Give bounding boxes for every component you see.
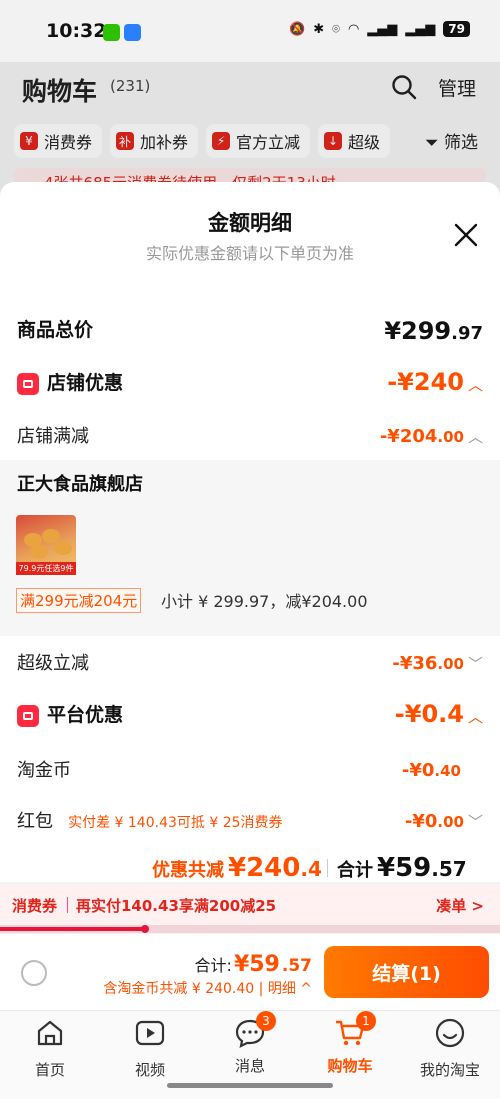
checkout-bar: 合计: ¥59.57 含淘金币共减 ¥ 240.40 | 明细 ^ 结算(1) [0,934,500,1010]
goods-total-value: ¥299 [384,317,452,345]
store-manjian-value: -¥204 [379,426,438,447]
location-icon: ⌾ [332,21,340,37]
redpack-row[interactable]: 红包 实付差 ¥ 140.43可抵 ¥ 25消费券 -¥0.00 ﹀ [17,807,483,833]
goods-total-row: 商品总价 ¥299.97 [17,317,483,345]
checkout-total-label: 合计: [194,956,232,975]
signal-icon: ▂▄▆ [367,21,398,37]
home-icon [37,1020,63,1046]
progress-fill [0,927,145,931]
close-icon[interactable] [453,222,479,248]
super-discount-value: -¥36 [392,653,438,674]
store-discount-value: -¥240 [387,368,464,396]
super-discount-row[interactable]: 超级立减 -¥36.00 ﹀ [17,649,483,675]
battery-indicator: 79 [443,21,470,37]
store-discount-row[interactable]: 店铺优惠 -¥240 ︿ [17,368,483,396]
goods-total-label: 商品总价 [17,319,94,341]
tab-my-taobao[interactable]: 我的淘宝 [405,1017,495,1080]
store-manjian-row[interactable]: 店铺满减 -¥204.00 ︿ [17,422,483,448]
coupon-progress-bar[interactable]: 消费券 再实付140.43享满200减25 凑单 > [0,885,500,925]
cart-page-background: 购物车 (231) 管理 ¥消费券 补加补券 ⚡官方立减 ↓超级 ⏷ 筛选 4张… [0,62,500,252]
store-discount-label: 店铺优惠 [47,372,124,394]
redpack-label: 红包 [17,811,53,832]
total-value: ¥59 [377,853,432,883]
bluetooth-icon: ✱ [313,21,325,37]
coin-value: -¥0 [401,760,435,781]
app-notification-icon [124,24,141,41]
settle-button[interactable]: 结算(1) [324,946,489,998]
coupon-tag: 消费券 [12,897,58,915]
savings-value: ¥240 [228,853,301,883]
chevron-down-icon: ﹀ [467,813,483,831]
chevron-down-icon: ﹀ [467,655,483,673]
store-icon [17,372,39,395]
tab-home[interactable]: 首页 [5,1017,95,1080]
product-tag: 79.9元任选9件 [16,562,76,575]
coin-label: 淘金币 [17,760,71,781]
tab-video[interactable]: 视频 [105,1017,195,1080]
chevron-up-icon: ︿ [467,428,483,446]
messages-badge: 3 [256,1011,276,1031]
store-name: 正大食品旗舰店 [17,474,143,495]
coin-row: 淘金币 -¥0.40 [17,760,461,781]
bottom-tab-bar: 首页 视频 3 消息 1 购物车 我的淘宝 [0,1010,500,1099]
status-time: 10:32 [46,20,107,42]
tab-messages[interactable]: 3 消息 [205,1011,295,1076]
wifi-icon: ◠ [347,21,360,37]
signal-icon-2: ▂▄▆ [405,21,436,37]
promo-tag: 满299元减204元 [16,588,142,613]
platform-discount-row[interactable]: 平台优惠 -¥0.4 ︿ [17,700,483,728]
platform-discount-label: 平台优惠 [47,704,124,726]
amount-detail-sheet: 金额明细 实际优惠金额请以下单页为准 商品总价 ¥299.97 店铺优惠 -¥2… [0,182,500,882]
sheet-title: 金额明细 [208,211,292,235]
savings-label: 优惠共减 [152,860,224,881]
chevron-up-icon: ︿ [467,376,483,394]
platform-discount-value: -¥0.4 [394,700,464,728]
cart-badge: 1 [356,1011,376,1031]
detail-toggle[interactable]: 含淘金币共减 ¥ 240.40 | 明细 ^ [103,978,312,998]
redpack-note: 实付差 ¥ 140.43可抵 ¥ 25消费券 [68,815,283,831]
super-discount-label: 超级立减 [17,653,89,674]
redpack-value: -¥0 [404,811,438,832]
wechat-icon [103,24,120,41]
platform-icon [17,704,39,727]
home-indicator [167,1083,333,1088]
mute-icon: 🔕 [289,21,306,37]
checkout-total-value: ¥59 [233,952,280,977]
add-items-link[interactable]: 凑单 > [436,895,484,916]
status-bar: 10:32 🔕 ✱ ⌾ ◠ ▂▄▆ ▂▄▆ 79 [0,0,500,62]
summary-line: 优惠共减 ¥240.4 合计 ¥59.57 [152,853,467,883]
profile-icon [435,1018,465,1048]
store-manjian-label: 店铺满减 [17,426,89,447]
coupon-message: 再实付140.43享满200减25 [76,897,277,915]
video-icon [135,1020,165,1046]
progress-dot [141,925,149,933]
coupon-progress [0,925,500,933]
select-all-checkbox[interactable] [21,960,47,986]
subtotal-text: 小计 ¥ 299.97，减¥204.00 [161,592,368,611]
sheet-subtitle: 实际优惠金额请以下单页为准 [145,244,354,263]
chevron-up-icon: ︿ [467,708,483,726]
total-label: 合计 [337,860,373,881]
tab-cart[interactable]: 1 购物车 [305,1011,395,1076]
store-section: 正大食品旗舰店 79.9元任选9件 满299元减204元 小计 ¥ 299.97… [0,460,500,636]
